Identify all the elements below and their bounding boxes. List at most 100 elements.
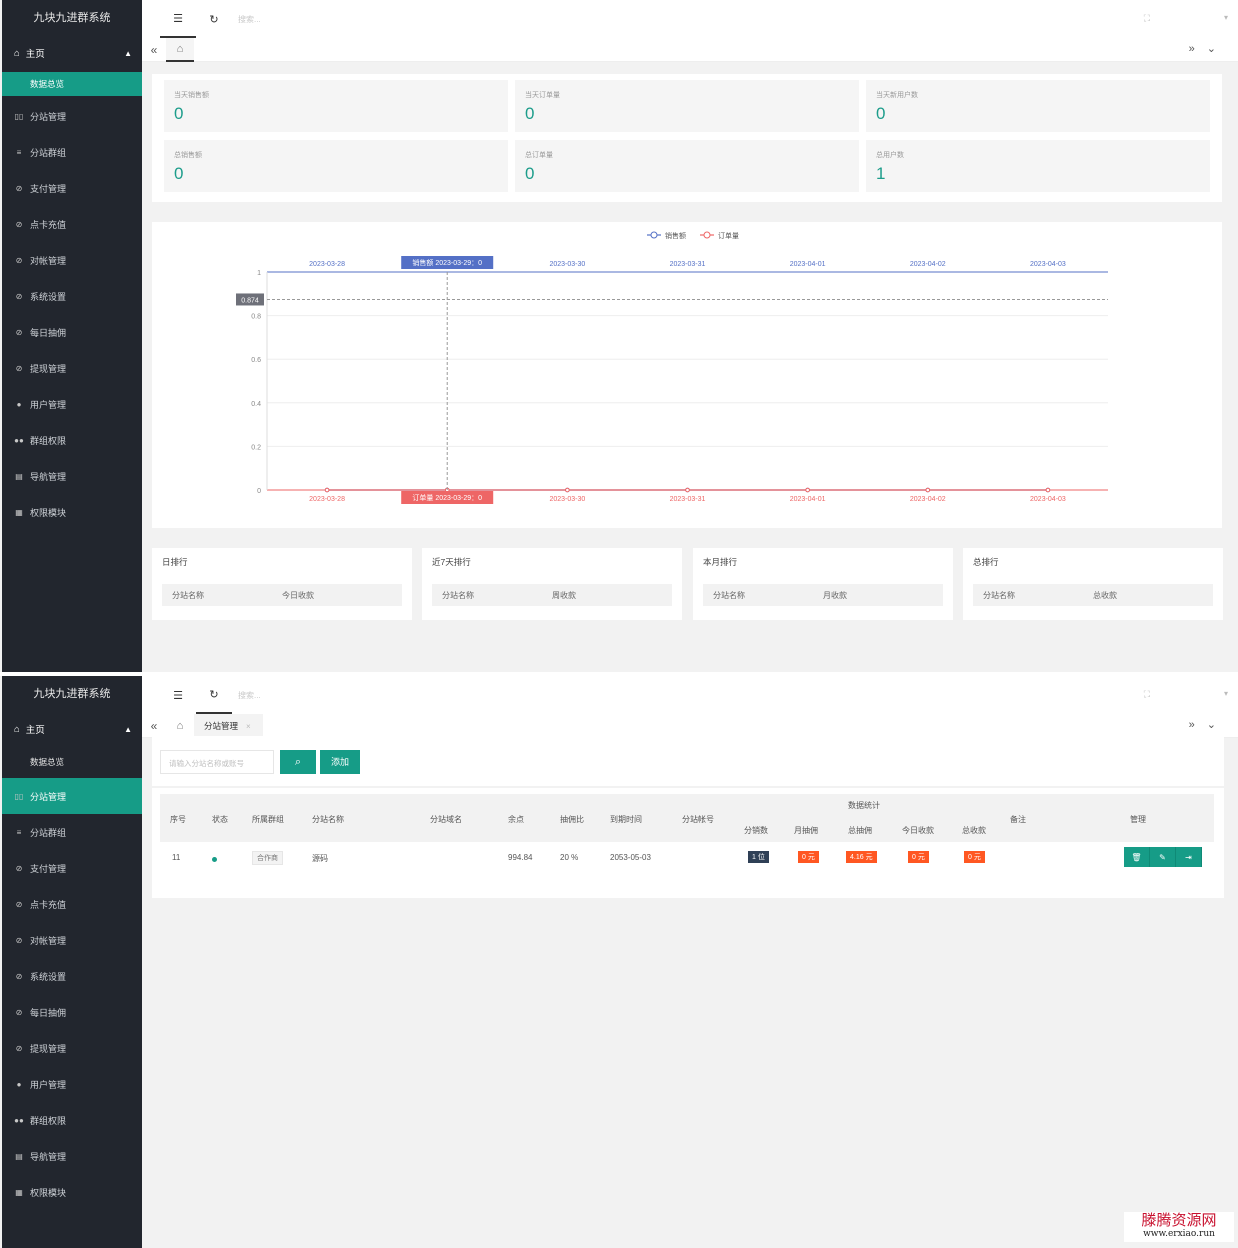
stat-card: 当天销售额 0 xyxy=(164,80,508,132)
user-menu-caret-icon[interactable]: ▾ xyxy=(1224,689,1228,698)
login-icon[interactable]: ⇥ xyxy=(1176,847,1202,867)
sidebar-item-9[interactable]: ●● 群组权限 xyxy=(2,1102,142,1138)
sidebar-item-5[interactable]: ⊘ 系统设置 xyxy=(2,278,142,314)
sidebar-item-3[interactable]: ⊘ 点卡充值 xyxy=(2,886,142,922)
legend-marker xyxy=(703,231,711,239)
sidebar-item-11[interactable]: ▦ 权限模块 xyxy=(2,1174,142,1210)
search-toolbar: 请输入分站名称或账号 ⌕ 添加 xyxy=(152,736,1224,786)
home-icon: ⌂ xyxy=(14,47,20,59)
sidebar-item-1[interactable]: ≡ 分站群组 xyxy=(2,134,142,170)
users-icon: ●● xyxy=(14,435,24,445)
sidebar-home[interactable]: ⌂ 主页 ▲ xyxy=(2,712,142,746)
sidebar-home[interactable]: ⌂ 主页 ▲ xyxy=(2,36,142,70)
stat-card: 总销售额 0 xyxy=(164,140,508,192)
x-tick-label-top: 2023-03-30 xyxy=(549,261,585,268)
sidebar-item-4[interactable]: ⊘ 对帐管理 xyxy=(2,242,142,278)
shield-check-icon: ⊘ xyxy=(15,1043,23,1053)
dashboard-screen: 九块九进群系统 ⌂ 主页 ▲ 数据总览 ▯▯ 分站管理 ≡ 分站群组 ⊘ 支付管理 ⊘ 点卡充值 ⊘… xyxy=(0,0,1238,672)
series-point-1 xyxy=(1045,487,1051,493)
user-menu-caret-icon[interactable]: ▾ xyxy=(1224,13,1228,22)
nav-icon: ▤ xyxy=(15,1151,23,1161)
cell-today-in: 0 元 xyxy=(908,851,929,863)
y-tick-label: 0.8 xyxy=(251,314,261,321)
sidebar-item-label: 提现管理 xyxy=(30,363,67,374)
shield-check-icon: ⊘ xyxy=(15,971,23,981)
sidebar-item-6[interactable]: ⊘ 每日抽佣 xyxy=(2,994,142,1030)
tab-scroll-right-icon[interactable]: »⌄ xyxy=(1189,42,1228,55)
search-button[interactable]: ⌕ xyxy=(280,750,316,774)
stat-value: 0 xyxy=(876,104,886,123)
sidebar-item-0[interactable]: ▯▯ 分站管理 xyxy=(2,98,142,134)
shield-check-icon: ⊘ xyxy=(15,863,23,873)
search-input[interactable]: 搜索... xyxy=(238,14,261,25)
crosshair-bottom-label: 订单量 2023-03-29：0 xyxy=(412,493,482,502)
shield-check-icon: ⊘ xyxy=(15,327,23,337)
search-input[interactable]: 搜索... xyxy=(238,690,261,701)
col-amount: 总收款 xyxy=(1093,590,1117,600)
close-icon[interactable]: × xyxy=(246,722,251,731)
sidebar-item-1[interactable]: ≡ 分站群组 xyxy=(2,814,142,850)
sidebar-item-7[interactable]: ⊘ 提现管理 xyxy=(2,1030,142,1066)
refresh-icon[interactable]: ↻ xyxy=(196,676,232,714)
sidebar-item-2[interactable]: ⊘ 支付管理 xyxy=(2,170,142,206)
th-account: 分站帐号 xyxy=(682,815,714,824)
stat-card: 总用户数 1 xyxy=(866,140,1210,192)
stat-label: 当天销售额 xyxy=(174,92,209,99)
sidebar-item-9[interactable]: ●● 群组权限 xyxy=(2,422,142,458)
table-row: 11 合作商 源码 994.84 20 % 2053-05-03 1 位 0 元… xyxy=(160,844,1214,872)
tab-scroll-left-icon[interactable]: « xyxy=(142,719,166,733)
ranking-title: 本月排行 xyxy=(703,557,738,567)
caret-up-icon: ▲ xyxy=(124,724,132,734)
tab-home-icon[interactable]: ⌂ xyxy=(166,720,194,732)
sales-chart-panel: 1 0.8 0.6 0.4 0.2 0 2023-03-28 2023-03-28 2023-0… xyxy=(152,222,1222,528)
menu-toggle-icon[interactable]: ☰ xyxy=(160,0,196,38)
delete-icon[interactable]: 🗑 xyxy=(1124,847,1150,867)
sidebar-item-overview[interactable]: 数据总览 xyxy=(2,746,142,778)
stat-label: 总销售额 xyxy=(174,152,202,159)
substation-screen: 九块九进群系统 ⌂ 主页 ▲ 数据总览 ▯▯ 分站管理 ≡ 分站群组 ⊘ 支付管理 ⊘ 点卡充值 ⊘… xyxy=(0,676,1238,1248)
legend-marker xyxy=(650,231,658,239)
cell-no: 11 xyxy=(172,853,181,862)
group-tag: 合作商 xyxy=(252,851,283,865)
fullscreen-icon[interactable]: ⛶ xyxy=(1144,689,1150,700)
topbar: ☰ ↻ 搜索... ⛶ ▾ xyxy=(142,676,1238,714)
sidebar-item-label: 系统设置 xyxy=(30,291,67,302)
ranking-title: 近7天排行 xyxy=(432,557,471,567)
sidebar-item-10[interactable]: ▤ 导航管理 xyxy=(2,458,142,494)
ranking-header: 分站名称 总收款 xyxy=(973,584,1213,606)
th-remark: 备注 xyxy=(1010,815,1026,824)
refresh-icon[interactable]: ↻ xyxy=(196,0,232,38)
x-tick-label-top: 2023-04-03 xyxy=(1030,261,1066,268)
sidebar-item-label: 系统设置 xyxy=(30,971,67,982)
grid-icon: ▯▯ xyxy=(14,791,24,801)
sidebar-item-overview[interactable]: 数据总览 xyxy=(2,72,142,96)
sidebar-item-0[interactable]: ▯▯ 分站管理 xyxy=(2,778,142,814)
sidebar-item-label: 支付管理 xyxy=(30,863,67,874)
sidebar-item-5[interactable]: ⊘ 系统设置 xyxy=(2,958,142,994)
tab-scroll-right-icon[interactable]: »⌄ xyxy=(1189,718,1228,731)
add-button[interactable]: 添加 xyxy=(320,750,360,774)
x-tick-label-bottom: 2023-04-02 xyxy=(910,496,946,503)
sidebar-item-label: 用户管理 xyxy=(30,399,67,410)
sidebar-item-7[interactable]: ⊘ 提现管理 xyxy=(2,350,142,386)
fullscreen-icon[interactable]: ⛶ xyxy=(1144,13,1150,24)
tab-home-icon[interactable]: ⌂ xyxy=(166,37,194,62)
sidebar-item-4[interactable]: ⊘ 对帐管理 xyxy=(2,922,142,958)
tab-scroll-left-icon[interactable]: « xyxy=(142,43,166,57)
substation-search-input[interactable]: 请输入分站名称或账号 xyxy=(160,750,274,774)
sidebar-item-11[interactable]: ▦ 权限模块 xyxy=(2,494,142,530)
sidebar-item-3[interactable]: ⊘ 点卡充值 xyxy=(2,206,142,242)
sidebar-item-2[interactable]: ⊘ 支付管理 xyxy=(2,850,142,886)
col-amount: 周收款 xyxy=(552,590,576,600)
menu-toggle-icon[interactable]: ☰ xyxy=(160,676,196,714)
stat-card: 当天新用户数 0 xyxy=(866,80,1210,132)
sidebar-item-8[interactable]: ● 用户管理 xyxy=(2,386,142,422)
sidebar-item-10[interactable]: ▤ 导航管理 xyxy=(2,1138,142,1174)
sidebar-item-8[interactable]: ● 用户管理 xyxy=(2,1066,142,1102)
cell-balance: 994.84 xyxy=(508,853,533,862)
stat-label: 当天订单量 xyxy=(525,92,560,99)
edit-icon[interactable]: ✎ xyxy=(1150,847,1176,867)
tab-substation[interactable]: 分站管理 × xyxy=(194,713,263,738)
sidebar-item-6[interactable]: ⊘ 每日抽佣 xyxy=(2,314,142,350)
th-status: 状态 xyxy=(212,815,228,824)
